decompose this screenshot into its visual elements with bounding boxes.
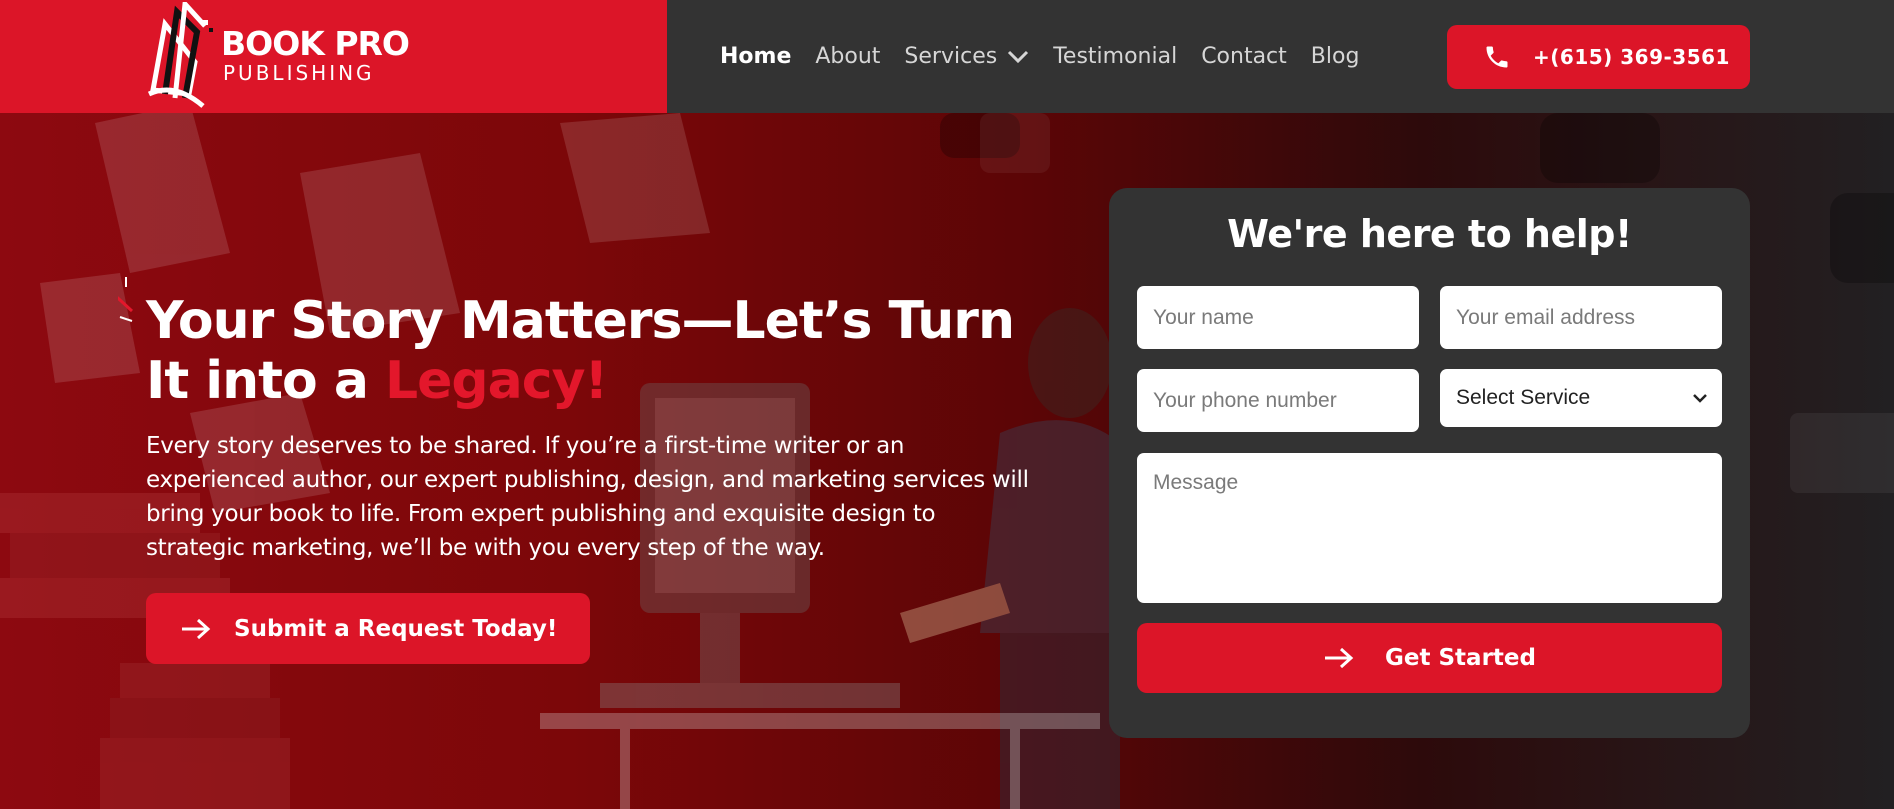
form-title: We're here to help! (1227, 212, 1632, 256)
arrow-right-icon (1325, 647, 1354, 669)
phone-number: +(615) 369-3561 (1533, 45, 1730, 69)
nav-item-label: Blog (1310, 44, 1360, 69)
logo-panel: BOOK PRO PUBLISHING (0, 0, 667, 113)
nav-item-label: Home (720, 44, 792, 69)
chevron-down-icon (1008, 50, 1029, 63)
service-select[interactable]: Select Service (1440, 369, 1722, 427)
hero-description: Every story deserves to be shared. If yo… (146, 433, 1029, 561)
site-header: BOOK PRO PUBLISHING Home About Services … (0, 0, 1894, 113)
nav-item-home[interactable]: Home (720, 44, 791, 69)
brand-name-line2: PUBLISHING (223, 61, 375, 85)
brand-name-line1: BOOK PRO (221, 24, 410, 63)
service-select-value: Select Service (1456, 386, 1591, 409)
chevron-down-icon (1693, 394, 1707, 403)
arrow-right-icon (182, 618, 211, 639)
phone-icon (1486, 46, 1508, 68)
main-nav: Home About Services Testimonial Contact … (720, 0, 1383, 113)
nav-item-label: Services (904, 44, 998, 69)
nav-item-testimonial[interactable]: Testimonial (1053, 44, 1177, 69)
phone-button[interactable]: +(615) 369-3561 (1447, 25, 1750, 89)
hero-title: Your Story Matters—Let’s Turn It into a … (146, 291, 1026, 411)
contact-form-card: We're here to help! Select Service Get S… (1109, 188, 1750, 738)
nav-item-blog[interactable]: Blog (1311, 44, 1360, 69)
nav-item-services[interactable]: Services (904, 44, 1029, 69)
get-started-button[interactable]: Get Started (1137, 623, 1722, 693)
hero-title-accent: Legacy! (385, 351, 608, 411)
submit-request-label: Submit a Request Today! (234, 615, 558, 642)
nav-item-about[interactable]: About (815, 44, 880, 69)
nav-item-label: Testimonial (1053, 44, 1178, 69)
phone-field[interactable] (1137, 369, 1419, 432)
name-field[interactable] (1137, 286, 1419, 349)
nav-item-contact[interactable]: Contact (1201, 44, 1287, 69)
nav-item-label: Contact (1201, 44, 1287, 69)
nav-item-label: About (815, 44, 881, 69)
submit-request-button[interactable]: Submit a Request Today! (146, 593, 590, 664)
message-field[interactable] (1137, 453, 1722, 603)
hero-section: Your Story Matters—Let’s Turn It into a … (0, 113, 1894, 809)
brand-logo[interactable]: BOOK PRO PUBLISHING (145, 2, 425, 112)
email-field[interactable] (1440, 286, 1722, 349)
get-started-label: Get Started (1385, 645, 1536, 671)
sparkle-icon (118, 277, 134, 322)
